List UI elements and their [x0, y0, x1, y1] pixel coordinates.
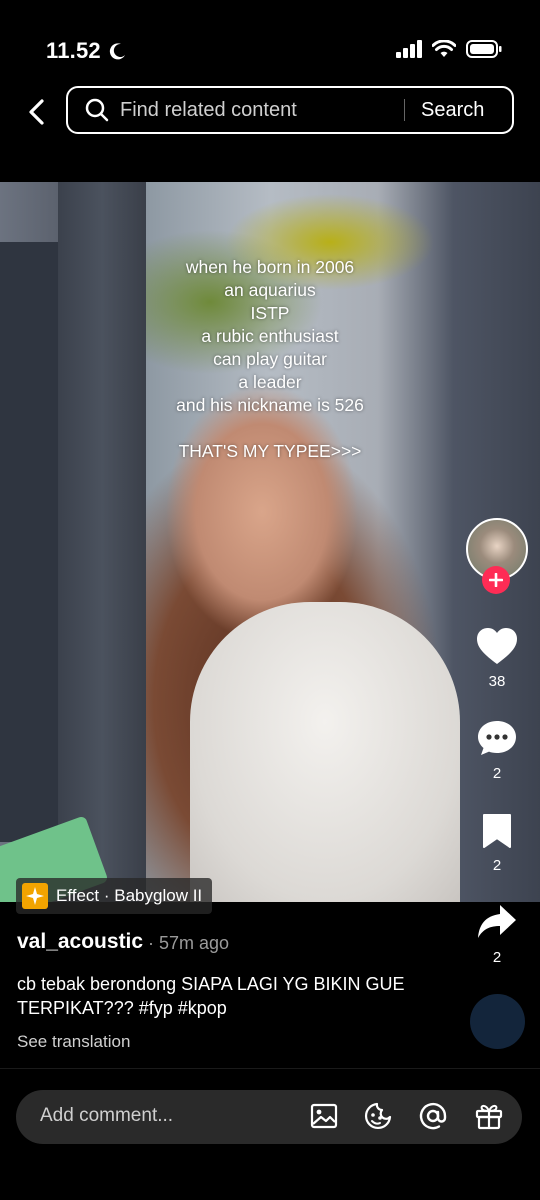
overlay-line: ISTP [250, 303, 290, 323]
username[interactable]: val_acoustic [17, 930, 143, 954]
overlay-line: an aquarius [224, 280, 316, 300]
effect-tag[interactable]: Effect · Babyglow II [16, 878, 213, 914]
share-count: 2 [492, 949, 502, 966]
save-button[interactable]: 2 [467, 812, 527, 874]
see-translation-link[interactable]: See translation [17, 1032, 130, 1052]
plus-icon [489, 573, 503, 587]
chevron-left-icon [29, 99, 44, 125]
comment-icon [478, 721, 516, 755]
wifi-icon [431, 38, 457, 63]
video-subject [190, 602, 460, 902]
overlay-tail: THAT'S MY TYPEE>>> [178, 441, 362, 461]
background-wall [0, 242, 58, 842]
overlay-line: when he born in 2006 [185, 257, 355, 277]
search-icon [84, 97, 110, 123]
back-button[interactable] [18, 94, 54, 130]
status-time: 11.52 [46, 38, 127, 66]
music-disc[interactable] [470, 994, 525, 1049]
search-box[interactable]: Search [66, 86, 514, 134]
follow-button[interactable] [482, 566, 510, 594]
overlay-line: a leader [238, 372, 302, 392]
bookmark-icon [483, 814, 511, 848]
overlay-line: a rubic enthusiast [201, 326, 339, 346]
effect-label: Effect · Babyglow II [56, 886, 203, 905]
overlay-line: and his nickname is 526 [176, 395, 364, 415]
share-icon [478, 905, 516, 938]
sparkle-icon [22, 883, 48, 909]
signal-icon [396, 39, 422, 63]
overlay-line: can play guitar [213, 349, 327, 369]
video-text-overlay: when he born in 2006 an aquarius ISTP a … [100, 256, 440, 463]
search-input[interactable] [118, 97, 392, 123]
like-button[interactable]: 38 [467, 626, 527, 690]
heart-icon [477, 628, 517, 664]
status-icons [396, 38, 502, 64]
gift-icon[interactable] [473, 1100, 505, 1132]
search-divider [404, 99, 405, 121]
emoji-icon[interactable] [362, 1100, 394, 1132]
divider [0, 1068, 540, 1069]
search-button[interactable]: Search [421, 99, 484, 122]
moon-icon [109, 40, 127, 66]
battery-icon [466, 39, 502, 64]
share-button[interactable]: 2 [467, 902, 527, 966]
comment-count: 2 [492, 765, 502, 782]
post-caption: cb tebak berondong SIAPA LAGI YG BIKIN G… [17, 974, 405, 1018]
post-time: · 57m ago [148, 933, 230, 953]
like-count: 38 [488, 673, 506, 690]
comment-button[interactable]: 2 [467, 718, 527, 782]
image-icon[interactable] [308, 1100, 340, 1132]
mention-icon[interactable] [417, 1100, 449, 1132]
comment-input[interactable]: Add comment... [40, 1105, 173, 1127]
save-count: 2 [492, 857, 502, 874]
